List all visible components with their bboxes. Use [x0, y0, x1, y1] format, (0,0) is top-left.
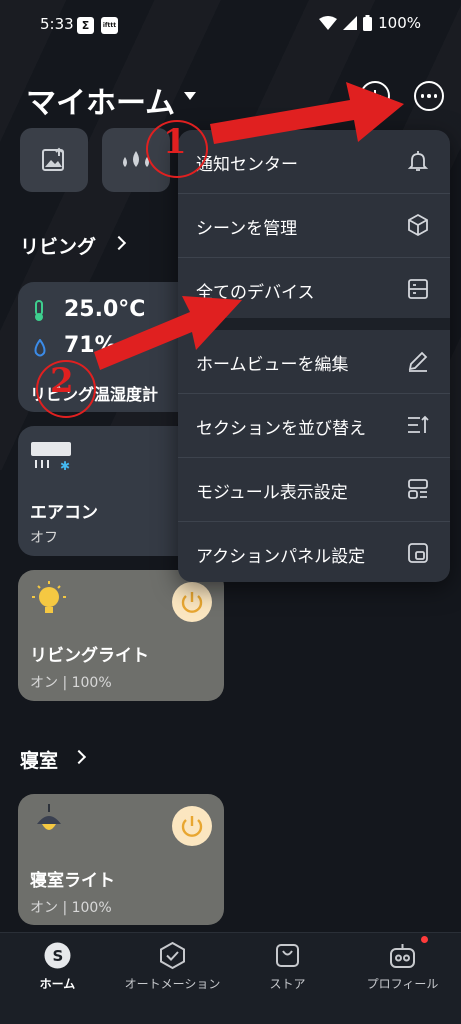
- store-icon: [276, 944, 299, 967]
- home-s-icon: S: [44, 942, 71, 969]
- signal-icon: [343, 16, 358, 30]
- living-light-status: オン | 100%: [30, 675, 112, 691]
- svg-text:✱: ✱: [60, 459, 70, 471]
- battery-percent: 100%: [378, 14, 421, 32]
- more-menu: 通知センター シーンを管理 全てのデバイス ホームビューを編集 セクションを並び…: [178, 130, 450, 582]
- battery-icon: [363, 15, 373, 31]
- status-time: 5:33: [40, 15, 74, 33]
- status-right: 100%: [319, 14, 421, 32]
- power-button[interactable]: [172, 582, 212, 622]
- bell-icon: [407, 151, 429, 171]
- aircon-name: エアコン: [30, 503, 98, 523]
- menu-item-label: アクションパネル設定: [196, 547, 366, 567]
- menu-item-label: セクションを並び替え: [196, 419, 366, 439]
- nav-automation[interactable]: オートメーション: [115, 933, 230, 1024]
- menu-item-reorder-sections[interactable]: セクションを並び替え: [178, 394, 450, 457]
- image-upload-icon: [42, 147, 64, 171]
- sensor-humidity: 71%: [64, 333, 117, 358]
- status-bar: 5:33 Σ ifttt 100%: [0, 0, 461, 52]
- dot: [420, 94, 425, 98]
- nav-label: ホーム: [39, 977, 76, 991]
- panel-icon: [408, 543, 428, 563]
- menu-item-all-devices[interactable]: 全てのデバイス: [178, 258, 450, 321]
- humidity-drop-icon: [34, 339, 46, 357]
- robot-profile-icon: [390, 944, 415, 968]
- bedroom-light-name: 寝室ライト: [30, 871, 115, 891]
- nav-profile[interactable]: プロフィール: [345, 933, 460, 1024]
- home-dropdown-icon[interactable]: [184, 92, 196, 100]
- power-icon: [181, 592, 203, 613]
- dot: [427, 94, 431, 98]
- annotation-number-1: 1: [163, 122, 187, 162]
- menu-group-divider: [178, 318, 450, 330]
- menu-item-label: ホームビューを編集: [196, 355, 349, 375]
- menu-item-action-panel[interactable]: アクションパネル設定: [178, 522, 450, 585]
- more-circle-icon[interactable]: [414, 81, 444, 111]
- chevron-right-icon[interactable]: [111, 235, 127, 251]
- menu-item-edit-home-view[interactable]: ホームビューを編集: [178, 330, 450, 393]
- lightbulb-icon: [32, 581, 66, 613]
- automation-icon: [160, 941, 185, 970]
- aircon-icon: ✱: [31, 442, 71, 471]
- menu-item-notification-center[interactable]: 通知センター: [178, 130, 450, 193]
- home-title[interactable]: マイホーム: [26, 78, 175, 122]
- svg-text:S: S: [53, 947, 64, 965]
- menu-item-label: 全てのデバイス: [196, 283, 315, 303]
- quick-tile-image[interactable]: [20, 128, 88, 192]
- aircon-status: オフ: [30, 530, 58, 546]
- layout-icon: [408, 479, 428, 499]
- section-title-living[interactable]: リビング: [20, 232, 96, 259]
- dot: [433, 94, 438, 98]
- wifi-icon: [319, 16, 338, 30]
- nav-label: ストア: [269, 977, 306, 991]
- menu-item-label: シーンを管理: [196, 219, 298, 239]
- cube-icon: [408, 213, 428, 237]
- plus-circle-icon[interactable]: [360, 81, 390, 111]
- power-button[interactable]: [172, 806, 212, 846]
- pencil-icon: [408, 351, 428, 372]
- power-icon: [181, 816, 203, 837]
- nav-home[interactable]: S ホーム: [0, 933, 115, 1024]
- nav-label: オートメーション: [124, 977, 221, 991]
- living-light-name: リビングライト: [30, 646, 149, 666]
- ifttt-app-icon: ifttt: [101, 17, 118, 34]
- menu-item-label: 通知センター: [196, 155, 298, 175]
- devices-icon: [408, 279, 428, 299]
- chevron-right-icon[interactable]: [71, 749, 87, 765]
- menu-item-label: モジュール表示設定: [196, 483, 348, 503]
- living-light-card[interactable]: リビングライト オン | 100%: [18, 570, 224, 701]
- thermometer-icon: [35, 300, 43, 321]
- section-title-bedroom[interactable]: 寝室: [20, 746, 58, 773]
- pendant-lamp-icon: [37, 804, 61, 830]
- sort-icon: [408, 415, 429, 433]
- bedroom-light-card[interactable]: 寝室ライト オン | 100%: [18, 794, 224, 925]
- nav-label: プロフィール: [366, 977, 439, 991]
- bedroom-light-status: オン | 100%: [30, 900, 112, 916]
- sigma-app-icon: Σ: [77, 17, 94, 34]
- menu-item-manage-scenes[interactable]: シーンを管理: [178, 194, 450, 257]
- nav-store[interactable]: ストア: [230, 933, 345, 1024]
- sensor-temperature: 25.0°C: [64, 297, 146, 322]
- bottom-navigation: S ホーム オートメーション ストア プロフィール: [0, 932, 461, 1024]
- menu-item-module-display[interactable]: モジュール表示設定: [178, 458, 450, 521]
- annotation-number-2: 2: [50, 361, 74, 401]
- notification-badge: [421, 936, 428, 943]
